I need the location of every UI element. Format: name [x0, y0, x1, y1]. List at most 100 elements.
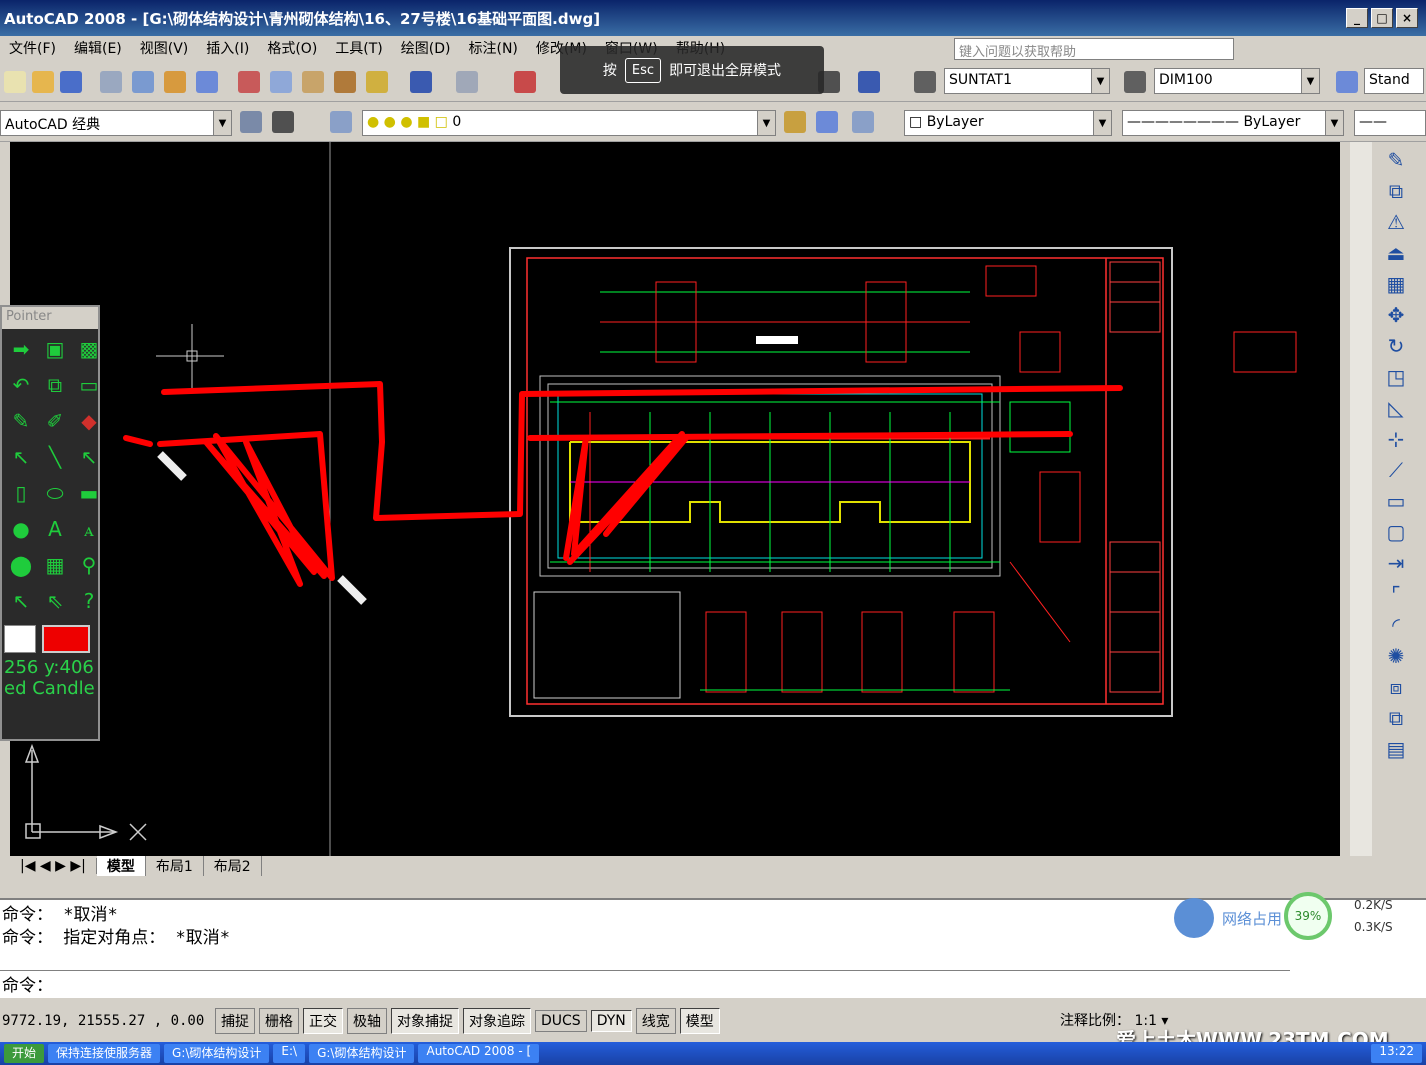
color-select[interactable]: □ ByLayer ▼	[904, 110, 1112, 136]
help-search-input[interactable]: 键入问题以获取帮助	[954, 38, 1234, 60]
polar-toggle[interactable]: 极轴	[347, 1008, 387, 1034]
open-icon[interactable]	[32, 71, 54, 93]
arrow-icon[interactable]: ➡	[4, 331, 38, 367]
copy-icon[interactable]	[270, 71, 292, 93]
layer-previous-icon[interactable]	[816, 111, 838, 133]
plot-icon[interactable]	[196, 71, 218, 93]
clear-icon[interactable]: ⬤	[4, 547, 38, 583]
pencil-icon[interactable]: ✎	[4, 403, 38, 439]
offset-icon[interactable]: ⏏	[1383, 240, 1409, 266]
workspace-settings-icon[interactable]	[240, 111, 262, 133]
trim-icon[interactable]: ⊹	[1383, 426, 1409, 452]
taskbar-item[interactable]: 保持连接使服务器	[48, 1044, 161, 1063]
line-icon[interactable]: ╲	[38, 439, 72, 475]
lock-icon[interactable]	[272, 111, 294, 133]
pointer-icon[interactable]: ↖	[4, 439, 38, 475]
tab-model[interactable]: 模型	[96, 856, 146, 876]
menu-draw[interactable]: 绘图(D)	[392, 38, 460, 58]
taskbar-item[interactable]: AutoCAD 2008 - [	[418, 1044, 540, 1063]
chevron-down-icon[interactable]: ▼	[1093, 111, 1111, 135]
chevron-down-icon[interactable]: ▼	[757, 111, 775, 135]
menu-tools[interactable]: 工具(T)	[326, 38, 391, 58]
arc-icon[interactable]: ◜	[1383, 612, 1409, 638]
taskbar-item[interactable]: G:\砌体结构设计	[309, 1044, 415, 1063]
taskbar-item[interactable]: G:\砌体结构设计	[164, 1044, 270, 1063]
otrack-toggle[interactable]: 对象追踪	[463, 1008, 531, 1034]
vertical-scrollbar[interactable]	[1350, 142, 1372, 856]
grid-toggle[interactable]: 栅格	[259, 1008, 299, 1034]
new-icon[interactable]	[4, 71, 26, 93]
menu-edit[interactable]: 编辑(E)	[65, 38, 131, 58]
workspace-select[interactable]: AutoCAD 经典 ▼	[0, 110, 232, 136]
menu-view[interactable]: 视图(V)	[131, 38, 198, 58]
frame-icon[interactable]: ▭	[72, 367, 106, 403]
menu-insert[interactable]: 插入(I)	[197, 38, 258, 58]
tab-nav-arrows[interactable]: |◀ ◀ ▶ ▶|	[10, 858, 97, 874]
close-button[interactable]: ×	[1396, 8, 1418, 28]
break-icon[interactable]: ▭	[1383, 488, 1409, 514]
menu-file[interactable]: 文件(F)	[0, 38, 65, 58]
fillet-icon[interactable]: ⌜	[1383, 581, 1409, 607]
text-style-icon[interactable]	[914, 71, 936, 93]
chevron-down-icon[interactable]: ▼	[1091, 69, 1109, 93]
start-button[interactable]: 开始	[4, 1044, 45, 1063]
layer-states-icon[interactable]	[852, 111, 874, 133]
undo-icon[interactable]: ↶	[4, 367, 38, 403]
scale-icon[interactable]: ◳	[1383, 364, 1409, 390]
taskbar-item[interactable]: E:\	[273, 1044, 306, 1063]
save-icon[interactable]: ▣	[38, 331, 72, 367]
filled-rect-icon[interactable]: ▬	[72, 475, 106, 511]
dim-style-icon[interactable]	[1124, 71, 1146, 93]
model-toggle[interactable]: 模型	[679, 1008, 720, 1034]
dim-style-select[interactable]: DIM100 ▼	[1154, 68, 1320, 94]
lineweight-select[interactable]: ——	[1354, 110, 1426, 136]
erase-icon[interactable]: ✎	[1383, 147, 1409, 173]
copy-object-icon[interactable]: ⧉	[1383, 178, 1409, 204]
table-style-select[interactable]: Stand	[1364, 68, 1424, 94]
maximize-button[interactable]: □	[1371, 8, 1393, 28]
undo-icon[interactable]	[410, 71, 432, 93]
cut-icon[interactable]	[238, 71, 260, 93]
tab-layout2[interactable]: 布局2	[204, 856, 262, 876]
pen-color-select[interactable]	[42, 625, 90, 653]
menu-dimension[interactable]: 标注(N)	[460, 38, 527, 58]
layer-manager-icon[interactable]	[330, 111, 352, 133]
stretch-icon[interactable]: ◺	[1383, 395, 1409, 421]
rotate-icon[interactable]: ↻	[1383, 333, 1409, 359]
rectangle-icon[interactable]: ▯	[4, 475, 38, 511]
minimize-button[interactable]: _	[1346, 8, 1368, 28]
make-current-icon[interactable]	[784, 111, 806, 133]
prev-icon[interactable]: ↖	[4, 583, 38, 619]
array-icon[interactable]: ▦	[1383, 271, 1409, 297]
extend-icon[interactable]: ⟋	[1383, 457, 1409, 483]
zoom-icon[interactable]: ⚲	[72, 547, 106, 583]
chevron-down-icon[interactable]: ▼	[1301, 69, 1319, 93]
chevron-down-icon[interactable]: ▼	[213, 111, 231, 135]
table-style-icon[interactable]	[1336, 71, 1358, 93]
ortho-toggle[interactable]: 正交	[303, 1008, 343, 1034]
command-input[interactable]: 命令：	[0, 970, 1290, 996]
drawing-canvas[interactable]	[10, 142, 1340, 856]
tab-layout1[interactable]: 布局1	[146, 856, 204, 876]
draworder-icon[interactable]: ⧈	[1383, 674, 1409, 700]
menu-format[interactable]: 格式(O)	[258, 38, 326, 58]
line-width-select[interactable]	[4, 625, 36, 653]
mirror-icon[interactable]: ⚠	[1383, 209, 1409, 235]
eraser-icon[interactable]: ◆	[72, 403, 106, 439]
grid-icon[interactable]: ▦	[38, 547, 72, 583]
help-icon[interactable]: ?	[72, 583, 106, 619]
join-icon[interactable]: ▢	[1383, 519, 1409, 545]
snap-toggle[interactable]: 捕捉	[215, 1008, 255, 1034]
chevron-down-icon[interactable]: ▼	[1325, 111, 1343, 135]
pan-icon[interactable]	[514, 71, 536, 93]
redo-icon[interactable]	[456, 71, 478, 93]
save-icon[interactable]	[60, 71, 82, 93]
text-style-select[interactable]: SUNTAT1 ▼	[944, 68, 1110, 94]
marker-icon[interactable]: ✐	[38, 403, 72, 439]
print-icon[interactable]	[100, 71, 122, 93]
screenshot-icon[interactable]: ▩	[72, 331, 106, 367]
help-icon[interactable]	[858, 71, 880, 93]
osnap-toggle[interactable]: 对象捕捉	[391, 1008, 459, 1034]
highlight-icon[interactable]: ●	[4, 511, 38, 547]
publish-icon[interactable]	[164, 71, 186, 93]
